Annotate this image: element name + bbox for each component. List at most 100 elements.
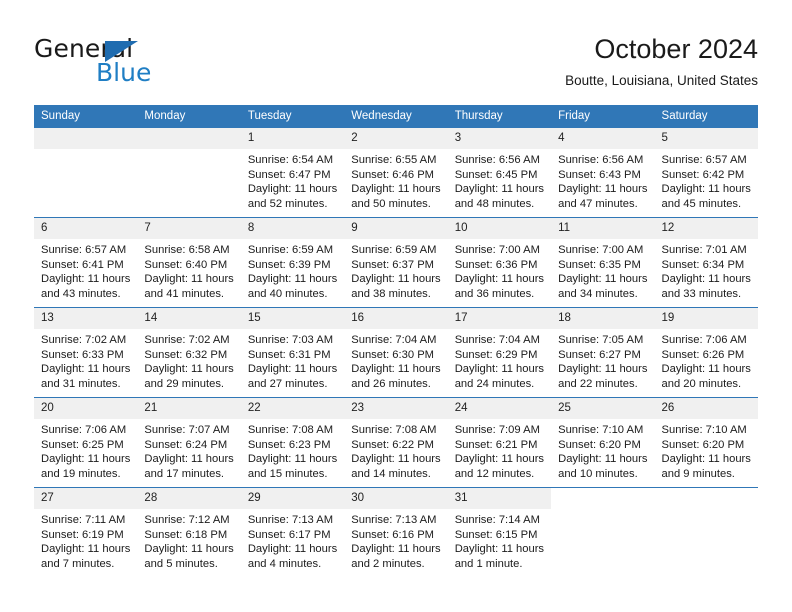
calendar-table: Sunday Monday Tuesday Wednesday Thursday Frid… (34, 105, 758, 577)
day-cell[interactable]: 22 Sunrise: 7:08 AM Sunset: 6:23 PM Dayligh… (240, 398, 345, 487)
day-number (34, 128, 138, 149)
day-cell[interactable]: 17 Sunrise: 7:04 AM Sunset: 6:29 PM Dayligh… (447, 308, 552, 397)
sunrise-text: Sunrise: 6:57 AM (661, 154, 747, 166)
day-number: 10 (447, 218, 552, 239)
day-cell[interactable]: 21 Sunrise: 7:07 AM Sunset: 6:24 PM Dayligh… (137, 398, 241, 487)
title-block: October 2024 Boutte, Louisiana, United S… (565, 32, 758, 91)
weekday-header-saturday: Saturday (654, 105, 758, 128)
sunset-text: Sunset: 6:42 PM (661, 168, 745, 181)
day-cell[interactable]: 19 Sunrise: 7:06 AM Sunset: 6:26 PM Dayligh… (654, 308, 758, 397)
empty-day-cell (654, 488, 758, 577)
weekday-header-friday: Friday (551, 105, 655, 128)
daylight-text: Daylight: 11 hours and 20 minutes. (661, 363, 751, 390)
day-cell[interactable]: 14 Sunrise: 7:02 AM Sunset: 6:32 PM Dayligh… (137, 308, 241, 397)
day-details: Sunrise: 7:04 AM Sunset: 6:29 PM Daylight:… (448, 329, 551, 391)
day-number: 30 (344, 488, 448, 509)
day-number: 20 (34, 398, 138, 419)
day-details: Sunrise: 6:55 AM Sunset: 6:46 PM Daylight:… (344, 149, 447, 211)
day-cell[interactable]: 18 Sunrise: 7:05 AM Sunset: 6:27 PM Dayligh… (551, 308, 655, 397)
sunrise-text: Sunrise: 6:56 AM (454, 154, 540, 166)
sunrise-text: Sunrise: 6:58 AM (144, 244, 230, 256)
page-header: General Blue October 2024 Boutte, Louisi… (34, 32, 758, 96)
sunset-text: Sunset: 6:39 PM (247, 258, 331, 271)
day-details: Sunrise: 7:13 AM Sunset: 6:17 PM Daylight:… (241, 509, 344, 571)
day-number (654, 488, 758, 509)
day-number: 7 (137, 218, 241, 239)
day-cell[interactable]: 5 Sunrise: 6:57 AM Sunset: 6:42 PM Daylight… (654, 128, 758, 217)
general-blue-logo: General Blue (34, 36, 214, 92)
sunset-text: Sunset: 6:24 PM (144, 438, 228, 451)
day-number: 15 (240, 308, 345, 329)
day-details: Sunrise: 7:06 AM Sunset: 6:26 PM Daylight:… (655, 329, 758, 391)
day-cell[interactable]: 27 Sunrise: 7:11 AM Sunset: 6:19 PM Dayligh… (34, 488, 138, 577)
day-details: Sunrise: 6:56 AM Sunset: 6:43 PM Daylight:… (551, 149, 654, 211)
day-details: Sunrise: 7:10 AM Sunset: 6:20 PM Daylight:… (551, 419, 654, 481)
weekday-header-wednesday: Wednesday (344, 105, 448, 128)
day-cell[interactable]: 30 Sunrise: 7:13 AM Sunset: 6:16 PM Dayligh… (344, 488, 448, 577)
day-cell[interactable]: 8 Sunrise: 6:59 AM Sunset: 6:39 PM Daylight… (240, 218, 345, 307)
day-number: 31 (447, 488, 552, 509)
day-cell[interactable]: 16 Sunrise: 7:04 AM Sunset: 6:30 PM Dayligh… (344, 308, 448, 397)
daylight-text: Daylight: 11 hours and 34 minutes. (558, 273, 648, 300)
day-cell[interactable]: 25 Sunrise: 7:10 AM Sunset: 6:20 PM Dayligh… (551, 398, 655, 487)
daylight-text: Daylight: 11 hours and 4 minutes. (247, 543, 338, 570)
weekday-header-sunday: Sunday (34, 105, 138, 128)
day-cell[interactable]: 4 Sunrise: 6:56 AM Sunset: 6:43 PM Daylight… (551, 128, 655, 217)
day-cell[interactable]: 31 Sunrise: 7:14 AM Sunset: 6:15 PM Dayligh… (447, 488, 552, 577)
day-details: Sunrise: 6:58 AM Sunset: 6:40 PM Daylight:… (137, 239, 240, 301)
sunset-text: Sunset: 6:45 PM (454, 168, 538, 181)
daylight-text: Daylight: 11 hours and 14 minutes. (351, 453, 441, 480)
page-subtitle: Boutte, Louisiana, United States (565, 73, 758, 88)
day-number: 17 (447, 308, 552, 329)
day-details: Sunrise: 7:14 AM Sunset: 6:15 PM Daylight:… (448, 509, 551, 571)
logo-text-blue: Blue (96, 58, 152, 87)
calendar-week-row: 13 Sunrise: 7:02 AM Sunset: 6:33 PM Dayligh… (34, 307, 758, 398)
day-cell[interactable]: 28 Sunrise: 7:12 AM Sunset: 6:18 PM Dayligh… (137, 488, 241, 577)
sunrise-text: Sunrise: 7:08 AM (351, 424, 437, 436)
day-details: Sunrise: 6:54 AM Sunset: 6:47 PM Daylight:… (241, 149, 344, 211)
day-cell[interactable]: 10 Sunrise: 7:00 AM Sunset: 6:36 PM Dayligh… (447, 218, 552, 307)
day-cell[interactable]: 20 Sunrise: 7:06 AM Sunset: 6:25 PM Dayligh… (34, 398, 138, 487)
sunrise-text: Sunrise: 7:03 AM (247, 334, 334, 346)
day-details: Sunrise: 7:09 AM Sunset: 6:21 PM Daylight:… (448, 419, 551, 481)
day-number: 8 (240, 218, 345, 239)
day-cell[interactable]: 11 Sunrise: 7:00 AM Sunset: 6:35 PM Dayligh… (551, 218, 655, 307)
daylight-text: Daylight: 11 hours and 47 minutes. (558, 183, 648, 210)
sunset-text: Sunset: 6:29 PM (454, 348, 538, 361)
day-cell[interactable]: 12 Sunrise: 7:01 AM Sunset: 6:34 PM Dayligh… (654, 218, 758, 307)
day-details: Sunrise: 7:02 AM Sunset: 6:32 PM Daylight:… (137, 329, 240, 391)
day-details: Sunrise: 7:13 AM Sunset: 6:16 PM Daylight:… (344, 509, 447, 571)
sunrise-text: Sunrise: 7:06 AM (661, 334, 747, 346)
day-number: 22 (240, 398, 345, 419)
day-cell[interactable]: 13 Sunrise: 7:02 AM Sunset: 6:33 PM Dayligh… (34, 308, 138, 397)
empty-day-cell (551, 488, 655, 577)
sunrise-text: Sunrise: 7:00 AM (454, 244, 540, 256)
day-cell[interactable]: 15 Sunrise: 7:03 AM Sunset: 6:31 PM Dayligh… (240, 308, 345, 397)
day-cell[interactable]: 1 Sunrise: 6:54 AM Sunset: 6:47 PM Daylight… (240, 128, 345, 217)
daylight-text: Daylight: 11 hours and 36 minutes. (454, 273, 545, 300)
day-cell[interactable]: 24 Sunrise: 7:09 AM Sunset: 6:21 PM Dayligh… (447, 398, 552, 487)
day-cell[interactable]: 3 Sunrise: 6:56 AM Sunset: 6:45 PM Daylight… (447, 128, 552, 217)
daylight-text: Daylight: 11 hours and 2 minutes. (351, 543, 441, 570)
day-cell[interactable]: 6 Sunrise: 6:57 AM Sunset: 6:41 PM Daylight… (34, 218, 138, 307)
day-number: 16 (344, 308, 448, 329)
sunrise-text: Sunrise: 7:00 AM (558, 244, 644, 256)
sunrise-text: Sunrise: 7:02 AM (144, 334, 230, 346)
day-cell[interactable]: 7 Sunrise: 6:58 AM Sunset: 6:40 PM Daylight… (137, 218, 241, 307)
day-cell[interactable]: 9 Sunrise: 6:59 AM Sunset: 6:37 PM Daylight… (344, 218, 448, 307)
sunrise-text: Sunrise: 7:09 AM (454, 424, 540, 436)
day-cell[interactable]: 29 Sunrise: 7:13 AM Sunset: 6:17 PM Dayligh… (240, 488, 345, 577)
day-number: 29 (240, 488, 345, 509)
day-cell[interactable]: 2 Sunrise: 6:55 AM Sunset: 6:46 PM Daylight… (344, 128, 448, 217)
day-details: Sunrise: 6:59 AM Sunset: 6:37 PM Daylight:… (344, 239, 447, 301)
sunset-text: Sunset: 6:26 PM (661, 348, 745, 361)
daylight-text: Daylight: 11 hours and 50 minutes. (351, 183, 441, 210)
day-cell[interactable]: 23 Sunrise: 7:08 AM Sunset: 6:22 PM Dayligh… (344, 398, 448, 487)
day-cell[interactable]: 26 Sunrise: 7:10 AM Sunset: 6:20 PM Dayligh… (654, 398, 758, 487)
day-number (137, 128, 241, 149)
daylight-text: Daylight: 11 hours and 24 minutes. (454, 363, 545, 390)
day-number: 12 (654, 218, 758, 239)
sunrise-text: Sunrise: 7:10 AM (558, 424, 644, 436)
daylight-text: Daylight: 11 hours and 41 minutes. (144, 273, 234, 300)
sunset-text: Sunset: 6:20 PM (661, 438, 745, 451)
